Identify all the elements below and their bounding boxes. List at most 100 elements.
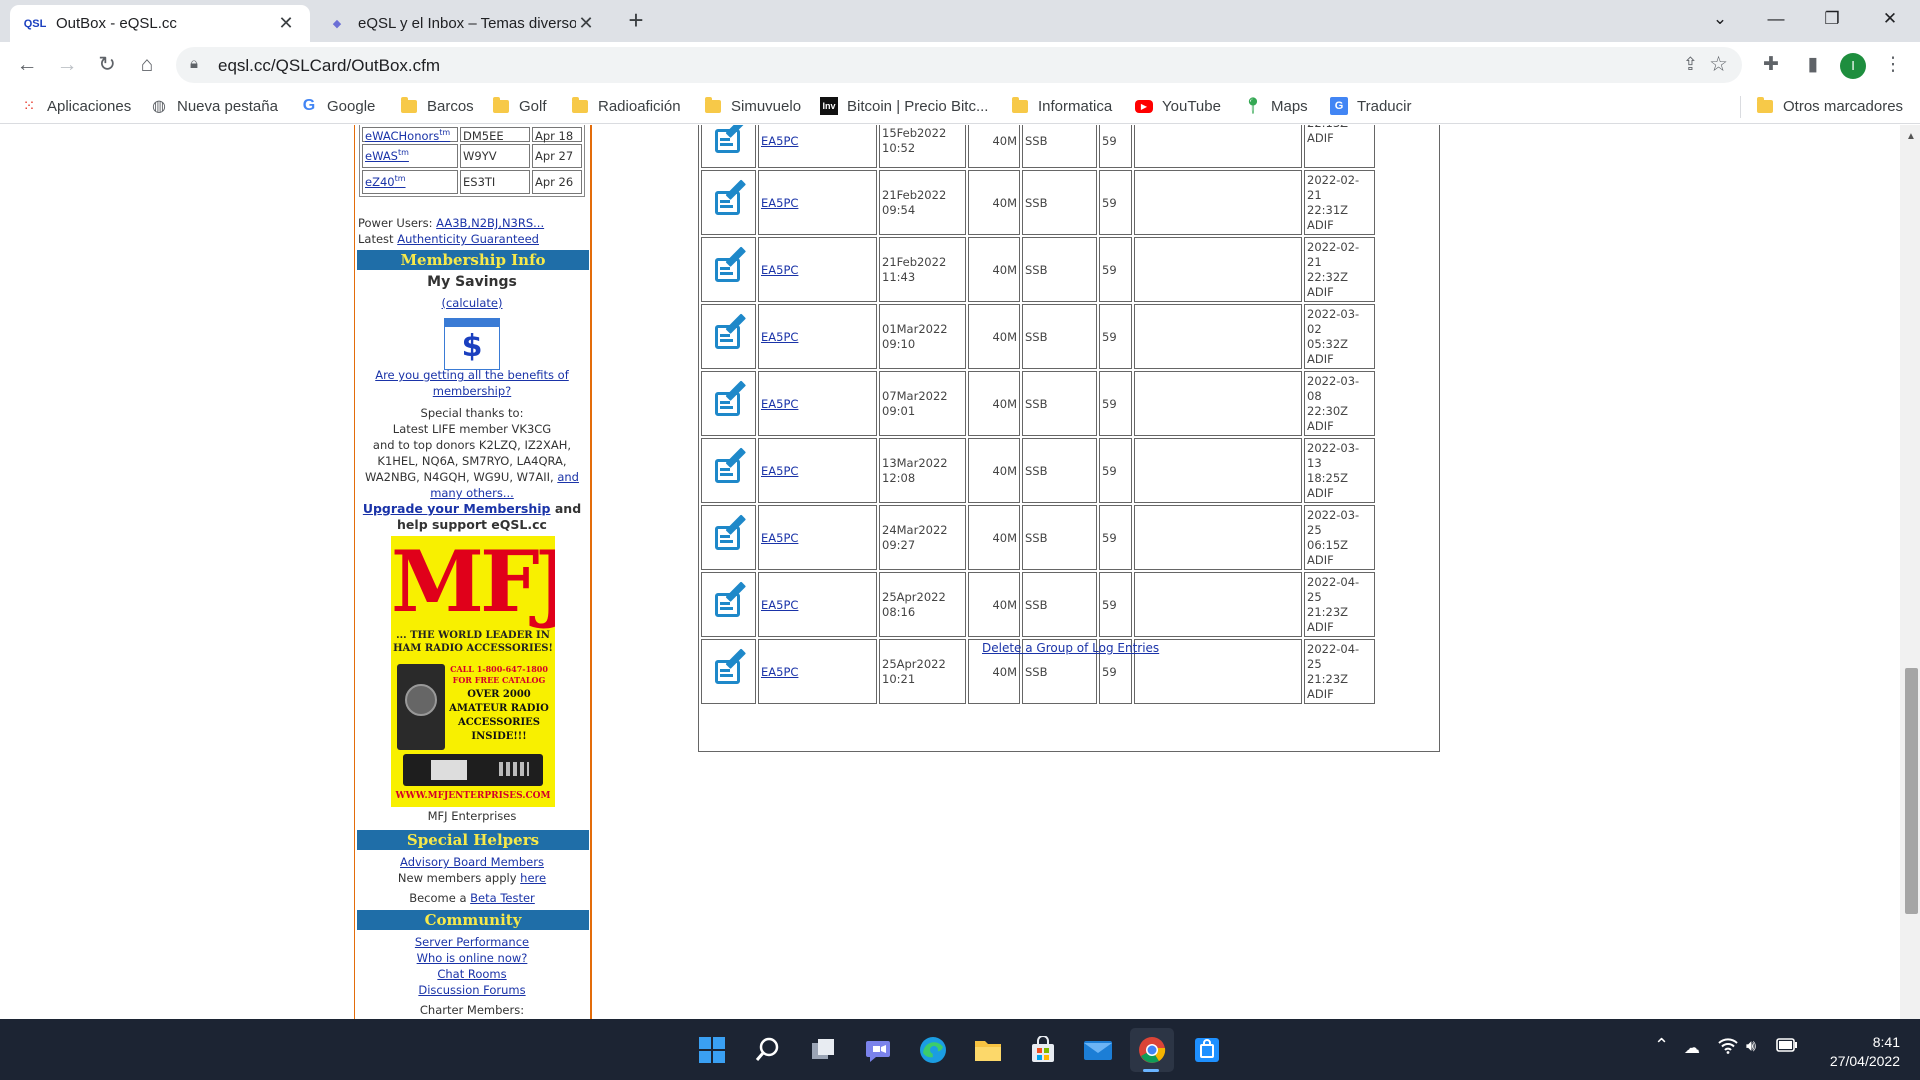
- apply-here-link[interactable]: here: [520, 871, 546, 885]
- scroll-up-arrow-icon[interactable]: ▲: [1906, 131, 1916, 142]
- share-icon[interactable]: ⇪: [1683, 54, 1698, 75]
- task-view-button[interactable]: [801, 1028, 845, 1072]
- award-link[interactable]: eWACHonorstm: [365, 128, 450, 143]
- callsign-link[interactable]: EA5PC: [761, 134, 798, 148]
- outlook-store-button[interactable]: [1185, 1028, 1229, 1072]
- qso-mode: SSB: [1022, 438, 1097, 503]
- server-performance-link[interactable]: Server Performance: [415, 935, 529, 949]
- and-link[interactable]: and: [557, 470, 579, 484]
- advisory-board-link[interactable]: Advisory Board Members: [400, 855, 544, 869]
- callsign-link[interactable]: EA5PC: [761, 531, 798, 545]
- bookmark-radioaficion[interactable]: Radioafición: [571, 94, 681, 118]
- close-tab-icon[interactable]: ✕: [576, 13, 596, 34]
- new-tab-button[interactable]: +: [622, 6, 650, 34]
- qso-rst: 59: [1099, 304, 1132, 369]
- tray-chevron-up-icon[interactable]: ⌃: [1654, 1035, 1669, 1056]
- bookmark-traducir[interactable]: G Traducir: [1330, 94, 1411, 118]
- authenticity-guaranteed-link[interactable]: Authenticity Guaranteed: [397, 232, 539, 246]
- callsign-link[interactable]: EA5PC: [761, 330, 798, 344]
- system-clock[interactable]: 8:41 27/04/2022: [1800, 1033, 1900, 1071]
- file-explorer-button[interactable]: [966, 1028, 1010, 1072]
- bookmark-nueva-pestana[interactable]: ◍ Nueva pestaña: [150, 94, 278, 118]
- edit-qso-icon[interactable]: [712, 179, 746, 217]
- edit-qso-icon[interactable]: [712, 581, 746, 619]
- calculate-link[interactable]: (calculate): [442, 296, 503, 310]
- bookmark-golf[interactable]: Golf: [492, 94, 547, 118]
- wifi-icon[interactable]: [1718, 1038, 1738, 1059]
- tab-search-chevron-down-icon[interactable]: ⌄: [1692, 0, 1748, 38]
- award-link[interactable]: eZ40tm: [365, 174, 406, 189]
- extensions-puzzle-icon[interactable]: ✚: [1758, 52, 1784, 78]
- onedrive-cloud-icon[interactable]: ☁: [1684, 1038, 1700, 1058]
- chrome-button[interactable]: [1130, 1028, 1174, 1072]
- edge-browser-button[interactable]: [911, 1028, 955, 1072]
- membership-benefits-link[interactable]: Are you getting all the benefits of membe…: [375, 368, 569, 398]
- upgrade-membership-link[interactable]: Upgrade your Membership: [363, 501, 551, 516]
- chat-rooms-link[interactable]: Chat Rooms: [437, 967, 506, 981]
- delete-group-link[interactable]: Delete a Group of Log Entries: [982, 641, 1159, 655]
- callsign-link[interactable]: EA5PC: [761, 263, 798, 277]
- tab-outbox[interactable]: QSL OutBox - eQSL.cc ✕: [10, 5, 310, 42]
- menu-kebab-icon[interactable]: ⋮: [1880, 52, 1906, 78]
- mail-button[interactable]: [1076, 1028, 1120, 1072]
- side-panel-icon[interactable]: ▮: [1800, 52, 1826, 78]
- callsign-link[interactable]: EA5PC: [761, 665, 798, 679]
- qso-mode: SSB: [1022, 371, 1097, 436]
- address-bar[interactable]: 🔒︎ eqsl.cc/QSLCard/OutBox.cfm ⇪ ☆: [176, 47, 1742, 83]
- close-window-button[interactable]: ✕: [1862, 0, 1918, 38]
- scrollbar-thumb[interactable]: [1905, 668, 1918, 914]
- volume-speaker-icon[interactable]: 🔊︎: [1746, 1038, 1756, 1056]
- maps-pin-icon: 📍︎: [1242, 98, 1264, 115]
- home-icon[interactable]: ⌂: [132, 50, 162, 80]
- bookmark-star-icon[interactable]: ☆: [1709, 52, 1728, 77]
- mfj-advertisement[interactable]: MFJ ... THE WORLD LEADER IN HAM RADIO AC…: [391, 536, 555, 807]
- edit-cell: [701, 639, 756, 704]
- battery-icon[interactable]: [1776, 1038, 1798, 1057]
- back-arrow-icon[interactable]: ←: [12, 50, 42, 80]
- who-online-link[interactable]: Who is online now?: [417, 951, 528, 965]
- edit-qso-icon[interactable]: [712, 246, 746, 284]
- edit-qso-icon[interactable]: [712, 648, 746, 686]
- edit-qso-icon[interactable]: [712, 313, 746, 351]
- qso-rst: 59: [1099, 438, 1132, 503]
- restore-button[interactable]: ❐: [1804, 0, 1860, 38]
- minimize-button[interactable]: —: [1748, 0, 1804, 38]
- bookmark-simuvuelo[interactable]: Simuvuelo: [704, 94, 801, 118]
- bookmark-informatica[interactable]: Informatica: [1011, 94, 1112, 118]
- edit-qso-icon[interactable]: [712, 380, 746, 418]
- url-text[interactable]: eqsl.cc/QSLCard/OutBox.cfm: [218, 56, 440, 76]
- callsign-link[interactable]: EA5PC: [761, 397, 798, 411]
- forward-arrow-icon[interactable]: →: [52, 50, 82, 80]
- profile-avatar[interactable]: I: [1840, 53, 1866, 79]
- bookmark-youtube[interactable]: ▶ YouTube: [1135, 94, 1221, 118]
- edit-qso-icon[interactable]: [712, 514, 746, 552]
- bookmark-google[interactable]: G Google: [300, 94, 376, 118]
- search-button[interactable]: [746, 1028, 790, 1072]
- bookmark-label: Barcos: [427, 97, 474, 115]
- award-link[interactable]: eWAStm: [365, 148, 409, 163]
- discussion-forums-link[interactable]: Discussion Forums: [418, 983, 525, 997]
- edit-qso-icon[interactable]: [712, 125, 746, 155]
- reload-icon[interactable]: ↻: [92, 50, 122, 80]
- lock-icon[interactable]: 🔒︎: [190, 55, 198, 72]
- edit-qso-icon[interactable]: [712, 447, 746, 485]
- callsign-link[interactable]: EA5PC: [761, 598, 798, 612]
- microsoft-store-button[interactable]: [1021, 1028, 1065, 1072]
- bookmark-otros-marcadores[interactable]: Otros marcadores: [1756, 94, 1903, 118]
- qso-band: 40M: [968, 438, 1020, 503]
- savings-calculator-icon[interactable]: $: [444, 318, 500, 370]
- many-others-link[interactable]: many others...: [430, 486, 514, 500]
- close-tab-icon[interactable]: ✕: [276, 13, 296, 34]
- bookmark-bitcoin[interactable]: Inv Bitcoin | Precio Bitc...: [820, 94, 988, 118]
- callsign-link[interactable]: EA5PC: [761, 464, 798, 478]
- tab-eqsl-inbox[interactable]: ◆ eQSL y el Inbox – Temas diversos ✕: [312, 5, 610, 42]
- bookmark-maps[interactable]: 📍︎ Maps: [1242, 94, 1308, 118]
- bookmark-aplicaciones[interactable]: ⁙ Aplicaciones: [20, 94, 132, 118]
- bookmark-barcos[interactable]: Barcos: [400, 94, 474, 118]
- start-button[interactable]: [690, 1028, 734, 1072]
- beta-tester-link[interactable]: Beta Tester: [470, 891, 535, 905]
- callsign-link[interactable]: EA5PC: [761, 196, 798, 210]
- qso-band: 40M: [968, 505, 1020, 570]
- teams-chat-button[interactable]: [856, 1028, 900, 1072]
- power-users-link[interactable]: AA3B,N2BJ,N3RS...: [436, 216, 544, 230]
